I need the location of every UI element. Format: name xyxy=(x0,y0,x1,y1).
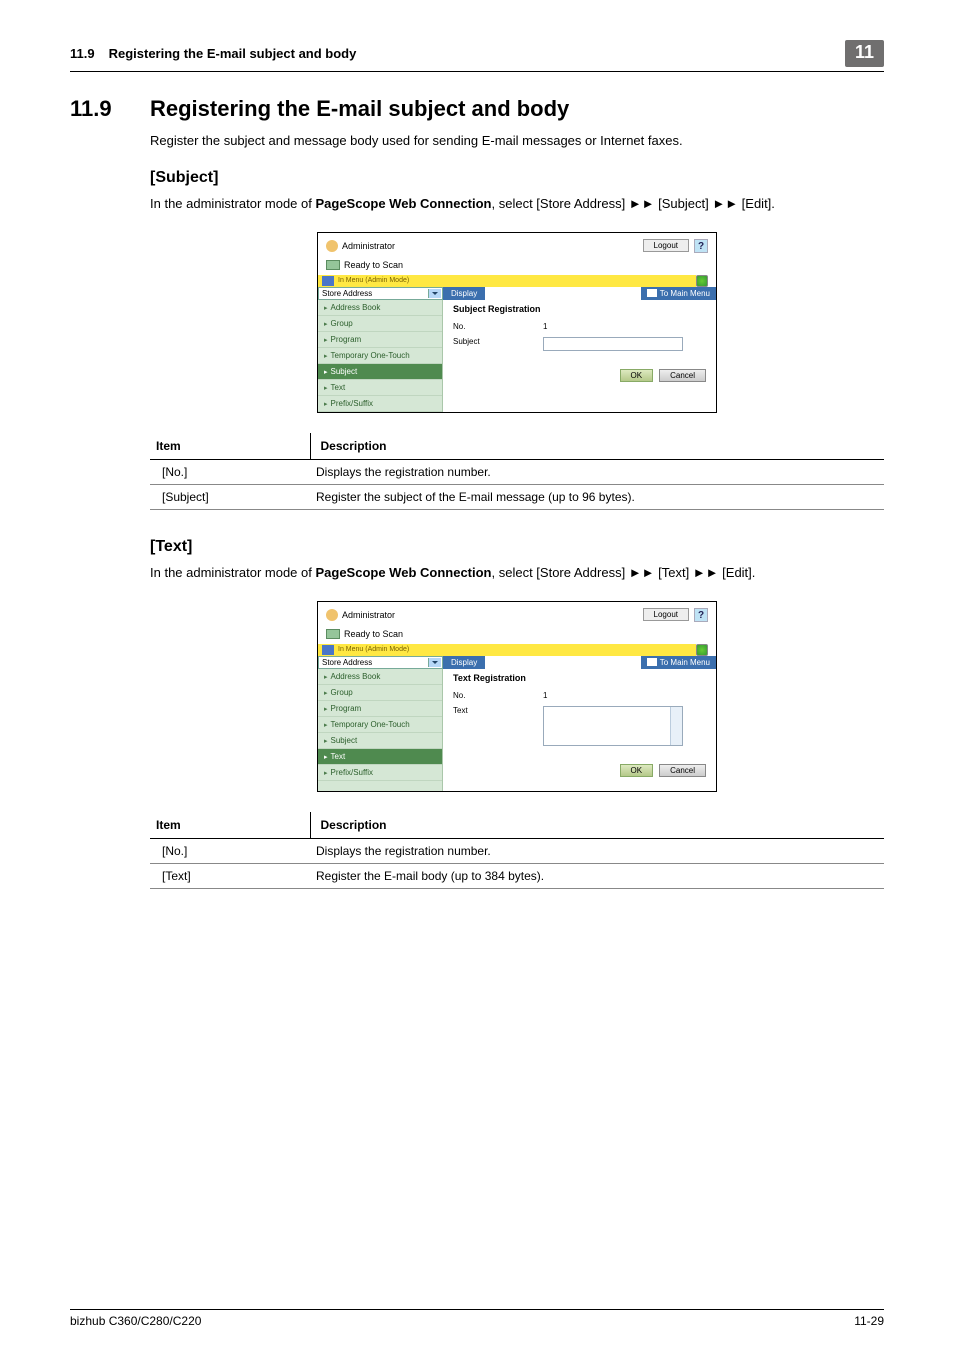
to-main-menu-button[interactable]: To Main Menu xyxy=(641,656,716,669)
sidebar-item-prefix-suffix[interactable]: Prefix/Suffix xyxy=(318,396,442,412)
menu-icon xyxy=(322,645,334,655)
cancel-button[interactable]: Cancel xyxy=(659,764,706,777)
table-row: [No.] Displays the registration number. xyxy=(150,838,884,863)
sidebar-item-address-book[interactable]: Address Book xyxy=(318,669,442,685)
ok-button[interactable]: OK xyxy=(620,764,654,777)
sidebar-item-address-book[interactable]: Address Book xyxy=(318,300,442,316)
side-nav: Address Book Group Program Temporary One… xyxy=(318,669,443,791)
ok-button[interactable]: OK xyxy=(620,369,654,382)
help-icon[interactable]: ? xyxy=(694,239,708,253)
no-value: 1 xyxy=(543,691,547,700)
sidebar-item-prefix-suffix[interactable]: Prefix/Suffix xyxy=(318,765,442,781)
header-section-title: Registering the E-mail subject and body xyxy=(109,46,845,61)
subject-field-label: Subject xyxy=(453,337,543,346)
printer-icon xyxy=(326,629,340,639)
th-description: Description xyxy=(310,812,884,839)
subject-desc-table: Item Description [No.] Displays the regi… xyxy=(150,433,884,510)
no-value: 1 xyxy=(543,322,547,331)
sidebar-item-subject[interactable]: Subject xyxy=(318,733,442,749)
subject-heading: [Subject] xyxy=(150,169,884,187)
table-row: [No.] Displays the registration number. xyxy=(150,459,884,484)
th-description: Description xyxy=(310,433,884,460)
display-button[interactable]: Display xyxy=(443,656,485,669)
sidebar-item-subject[interactable]: Subject xyxy=(318,364,442,380)
category-dropdown[interactable]: Store Address xyxy=(318,656,443,669)
sidebar-item-temporary-one-touch[interactable]: Temporary One-Touch xyxy=(318,717,442,733)
section-num: 11.9 xyxy=(70,96,150,122)
header-section-num: 11.9 xyxy=(70,46,95,61)
footer-left: bizhub C360/C280/C220 xyxy=(70,1314,201,1328)
sidebar-item-group[interactable]: Group xyxy=(318,685,442,701)
page-footer: bizhub C360/C280/C220 11-29 xyxy=(70,1309,884,1328)
ready-status: Ready to Scan xyxy=(344,260,403,270)
sidebar-item-text[interactable]: Text xyxy=(318,380,442,396)
footer-right: 11-29 xyxy=(854,1314,884,1328)
side-nav: Address Book Group Program Temporary One… xyxy=(318,300,443,412)
text-desc-table: Item Description [No.] Displays the regi… xyxy=(150,812,884,889)
admin-icon xyxy=(326,609,338,621)
sidebar-item-group[interactable]: Group xyxy=(318,316,442,332)
menu-list-icon xyxy=(647,289,657,297)
admin-label: Administrator xyxy=(342,610,395,620)
chapter-badge: 11 xyxy=(845,40,884,67)
th-item: Item xyxy=(150,812,310,839)
form-title: Subject Registration xyxy=(453,304,706,314)
table-row: [Text] Register the E-mail body (up to 3… xyxy=(150,863,884,888)
text-field-label: Text xyxy=(453,706,543,715)
text-textarea[interactable] xyxy=(543,706,683,746)
no-label: No. xyxy=(453,691,543,700)
category-dropdown[interactable]: Store Address xyxy=(318,287,443,300)
admin-icon xyxy=(326,240,338,252)
admin-label: Administrator xyxy=(342,241,395,251)
logout-button[interactable]: Logout xyxy=(643,239,689,252)
th-item: Item xyxy=(150,433,310,460)
table-row: [Subject] Register the subject of the E-… xyxy=(150,484,884,509)
printer-icon xyxy=(326,260,340,270)
section-heading: 11.9 Registering the E-mail subject and … xyxy=(70,96,884,122)
cancel-button[interactable]: Cancel xyxy=(659,369,706,382)
text-heading: [Text] xyxy=(150,538,884,556)
subject-screenshot: Administrator Logout ? Ready to Scan In … xyxy=(317,232,717,413)
subject-instruction: In the administrator mode of PageScope W… xyxy=(150,195,884,214)
sidebar-item-text[interactable]: Text xyxy=(318,749,442,765)
sidebar-item-program[interactable]: Program xyxy=(318,701,442,717)
menu-icon xyxy=(322,276,334,286)
display-button[interactable]: Display xyxy=(443,287,485,300)
form-title: Text Registration xyxy=(453,673,706,683)
mode-label: In Menu (Admin Mode) xyxy=(338,646,409,653)
section-title: Registering the E-mail subject and body xyxy=(150,96,569,122)
sidebar-item-temporary-one-touch[interactable]: Temporary One-Touch xyxy=(318,348,442,364)
no-label: No. xyxy=(453,322,543,331)
to-main-menu-button[interactable]: To Main Menu xyxy=(641,287,716,300)
refresh-icon[interactable] xyxy=(696,644,708,656)
refresh-icon[interactable] xyxy=(696,275,708,287)
mode-label: In Menu (Admin Mode) xyxy=(338,277,409,284)
help-icon[interactable]: ? xyxy=(694,608,708,622)
text-instruction: In the administrator mode of PageScope W… xyxy=(150,564,884,583)
menu-list-icon xyxy=(647,658,657,666)
ready-status: Ready to Scan xyxy=(344,629,403,639)
page-header: 11.9 Registering the E-mail subject and … xyxy=(70,40,884,72)
subject-input[interactable] xyxy=(543,337,683,351)
logout-button[interactable]: Logout xyxy=(643,608,689,621)
sidebar-item-program[interactable]: Program xyxy=(318,332,442,348)
text-screenshot: Administrator Logout ? Ready to Scan In … xyxy=(317,601,717,792)
intro-text: Register the subject and message body us… xyxy=(150,132,884,151)
